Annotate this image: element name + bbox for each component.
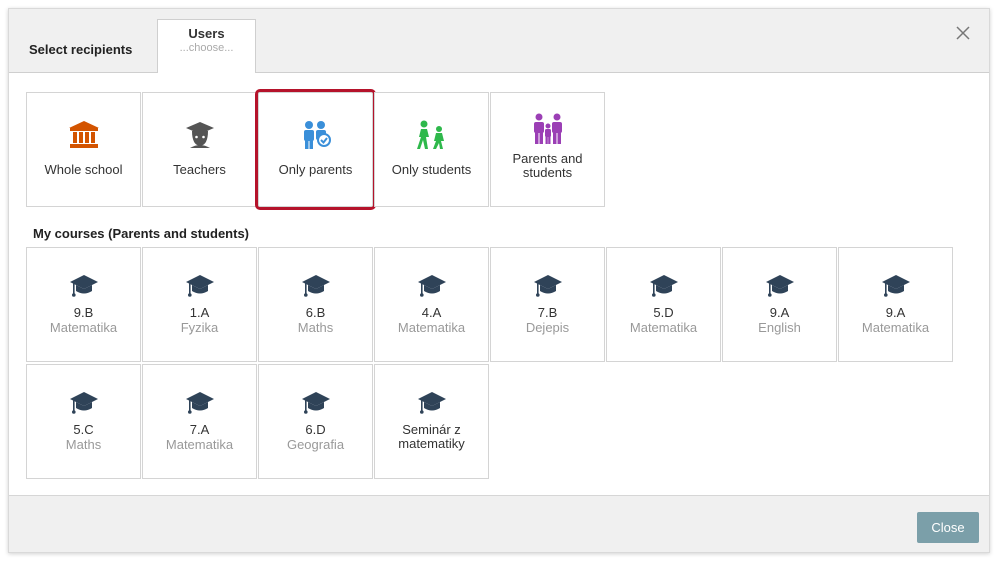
course-subject: English xyxy=(758,320,801,335)
course-tile[interactable]: 9.A English xyxy=(722,247,837,362)
course-tile[interactable]: 9.A Matematika xyxy=(838,247,953,362)
close-icon[interactable] xyxy=(953,23,973,43)
tab-users-label: Users xyxy=(188,26,225,41)
course-subject: Fyzika xyxy=(180,320,219,335)
course-tile[interactable]: 1.A Fyzika xyxy=(142,247,257,362)
recipient-label: Only students xyxy=(391,162,472,177)
graduation-cap-icon xyxy=(375,390,488,420)
course-subject: Geografia xyxy=(286,437,345,452)
course-subject: Matematika xyxy=(165,437,234,452)
parents-icon xyxy=(259,120,372,150)
graduation-cap-icon xyxy=(723,273,836,303)
course-subject: Matematika xyxy=(629,320,698,335)
recipient-whole-school[interactable]: Whole school xyxy=(26,92,141,207)
course-subject: Maths xyxy=(65,437,102,452)
course-tile[interactable]: 7.B Dejepis xyxy=(490,247,605,362)
recipient-teachers[interactable]: Teachers xyxy=(142,92,257,207)
graduation-cap-icon xyxy=(143,273,256,303)
course-tile[interactable]: 5.D Matematika xyxy=(606,247,721,362)
course-name: 5.D xyxy=(653,305,674,320)
course-name: 4.A xyxy=(421,305,442,320)
course-tile[interactable]: 6.D Geografia xyxy=(258,364,373,479)
dialog-header: Select recipients Users ...choose... xyxy=(9,9,989,73)
graduation-cap-icon xyxy=(375,273,488,303)
course-subject: Matematika xyxy=(49,320,118,335)
courses-section-title: My courses (Parents and students) xyxy=(33,226,249,241)
graduation-cap-icon xyxy=(143,390,256,420)
course-tile[interactable]: 7.A Matematika xyxy=(142,364,257,479)
course-name: 6.B xyxy=(305,305,326,320)
graduation-cap-icon xyxy=(839,273,952,303)
course-name: Seminár z matematiky xyxy=(398,422,465,451)
recipient-label: Only parents xyxy=(278,162,353,177)
recipient-only-parents[interactable]: Only parents xyxy=(255,89,376,210)
course-tile[interactable]: 5.C Maths xyxy=(26,364,141,479)
course-subject: Maths xyxy=(297,320,334,335)
graduation-cap-icon xyxy=(259,390,372,420)
course-name: 9.A xyxy=(885,305,906,320)
course-name: 6.D xyxy=(305,422,326,437)
students-icon xyxy=(375,120,488,150)
course-subject: Matematika xyxy=(397,320,466,335)
course-name: 1.A xyxy=(189,305,210,320)
course-tile[interactable]: Seminár z matematiky xyxy=(374,364,489,479)
recipient-parents-and-students[interactable]: Parents and students xyxy=(490,92,605,207)
recipient-label: Parents and students xyxy=(512,151,583,180)
select-recipients-dialog: Select recipients Users ...choose... Who… xyxy=(8,8,990,553)
recipient-only-students[interactable]: Only students xyxy=(374,92,489,207)
graduation-cap-icon xyxy=(259,273,372,303)
graduation-cap-icon xyxy=(491,273,604,303)
course-subject: Dejepis xyxy=(525,320,570,335)
building-icon xyxy=(27,120,140,150)
dialog-body: Whole school Teachers Only parents Only … xyxy=(9,73,989,496)
dialog-footer: Close xyxy=(9,495,989,552)
course-name: 9.B xyxy=(73,305,94,320)
tab-users[interactable]: Users ...choose... xyxy=(157,19,256,73)
course-name: 9.A xyxy=(769,305,790,320)
recipient-label: Whole school xyxy=(44,162,123,177)
course-name: 7.B xyxy=(537,305,558,320)
course-tile[interactable]: 4.A Matematika xyxy=(374,247,489,362)
course-name: 7.A xyxy=(189,422,210,437)
dialog-title: Select recipients xyxy=(29,42,133,57)
graduation-cap-icon xyxy=(607,273,720,303)
teacher-icon xyxy=(143,120,256,150)
graduation-cap-icon xyxy=(27,390,140,420)
family-icon xyxy=(491,113,604,144)
course-tile[interactable]: 9.B Matematika xyxy=(26,247,141,362)
course-name: 5.C xyxy=(73,422,94,437)
recipient-label: Teachers xyxy=(173,162,226,177)
graduation-cap-icon xyxy=(27,273,140,303)
close-button[interactable]: Close xyxy=(917,512,979,543)
course-subject: Matematika xyxy=(861,320,930,335)
course-tile[interactable]: 6.B Maths xyxy=(258,247,373,362)
tab-users-sub: ...choose... xyxy=(179,42,234,54)
